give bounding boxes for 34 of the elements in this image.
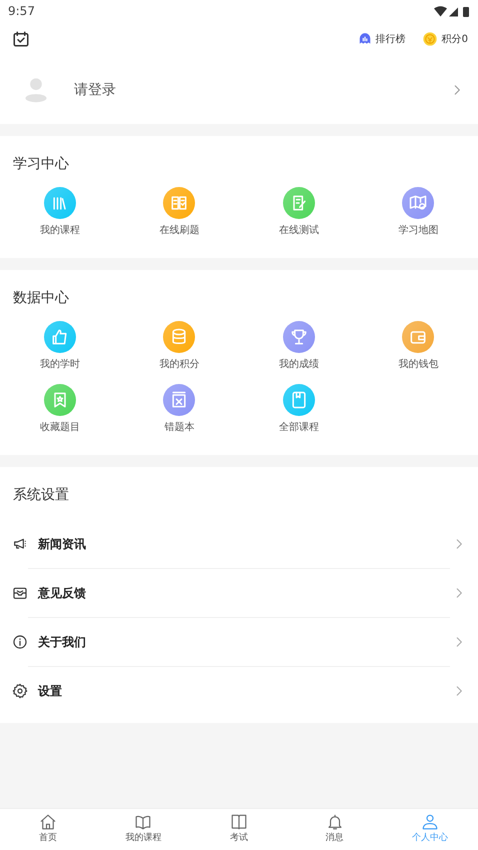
bell-icon bbox=[326, 813, 344, 832]
person-icon bbox=[421, 813, 440, 832]
menu-tile[interactable]: 我的钱包 bbox=[358, 321, 478, 372]
inbox-icon bbox=[12, 585, 28, 601]
menu-tile[interactable]: 收藏题目 bbox=[0, 384, 120, 435]
status-icons bbox=[434, 6, 470, 16]
section-title: 数据中心 bbox=[12, 289, 70, 308]
menu-tile[interactable]: 在线刷题 bbox=[120, 187, 239, 238]
calendar-button[interactable] bbox=[12, 30, 30, 48]
home-icon bbox=[38, 813, 57, 832]
section-title: 系统设置 bbox=[12, 486, 70, 505]
ranking-link[interactable]: 排行榜 bbox=[358, 32, 406, 46]
nav-tab[interactable]: 考试 bbox=[191, 809, 287, 850]
nav-tab[interactable]: 消息 bbox=[286, 809, 382, 850]
nav-tab[interactable]: 我的课程 bbox=[96, 809, 192, 850]
ranking-icon bbox=[358, 32, 372, 46]
info-icon bbox=[12, 634, 28, 650]
menu-tile[interactable]: 我的学时 bbox=[0, 321, 120, 372]
open-book-icon bbox=[230, 813, 248, 832]
settings-icon bbox=[12, 683, 28, 699]
book-icon bbox=[134, 813, 152, 832]
nav-tab[interactable]: 首页 bbox=[0, 809, 96, 850]
menu-tile[interactable]: 在线测试 bbox=[239, 187, 358, 238]
section-title: 学习中心 bbox=[12, 155, 70, 174]
menu-tile[interactable]: 错题本 bbox=[120, 384, 239, 435]
coin-icon bbox=[422, 31, 438, 47]
points-link[interactable]: 积分0 bbox=[422, 31, 468, 47]
status-time: 9:57 bbox=[8, 3, 35, 20]
calendar-check-icon bbox=[12, 30, 30, 48]
menu-tile[interactable]: 我的课程 bbox=[0, 187, 120, 238]
menu-tile[interactable]: 全部课程 bbox=[239, 384, 358, 435]
menu-tile[interactable]: 学习地图 bbox=[358, 187, 478, 238]
menu-tile[interactable]: 我的成绩 bbox=[239, 321, 358, 372]
menu-tile[interactable]: 我的积分 bbox=[120, 321, 239, 372]
